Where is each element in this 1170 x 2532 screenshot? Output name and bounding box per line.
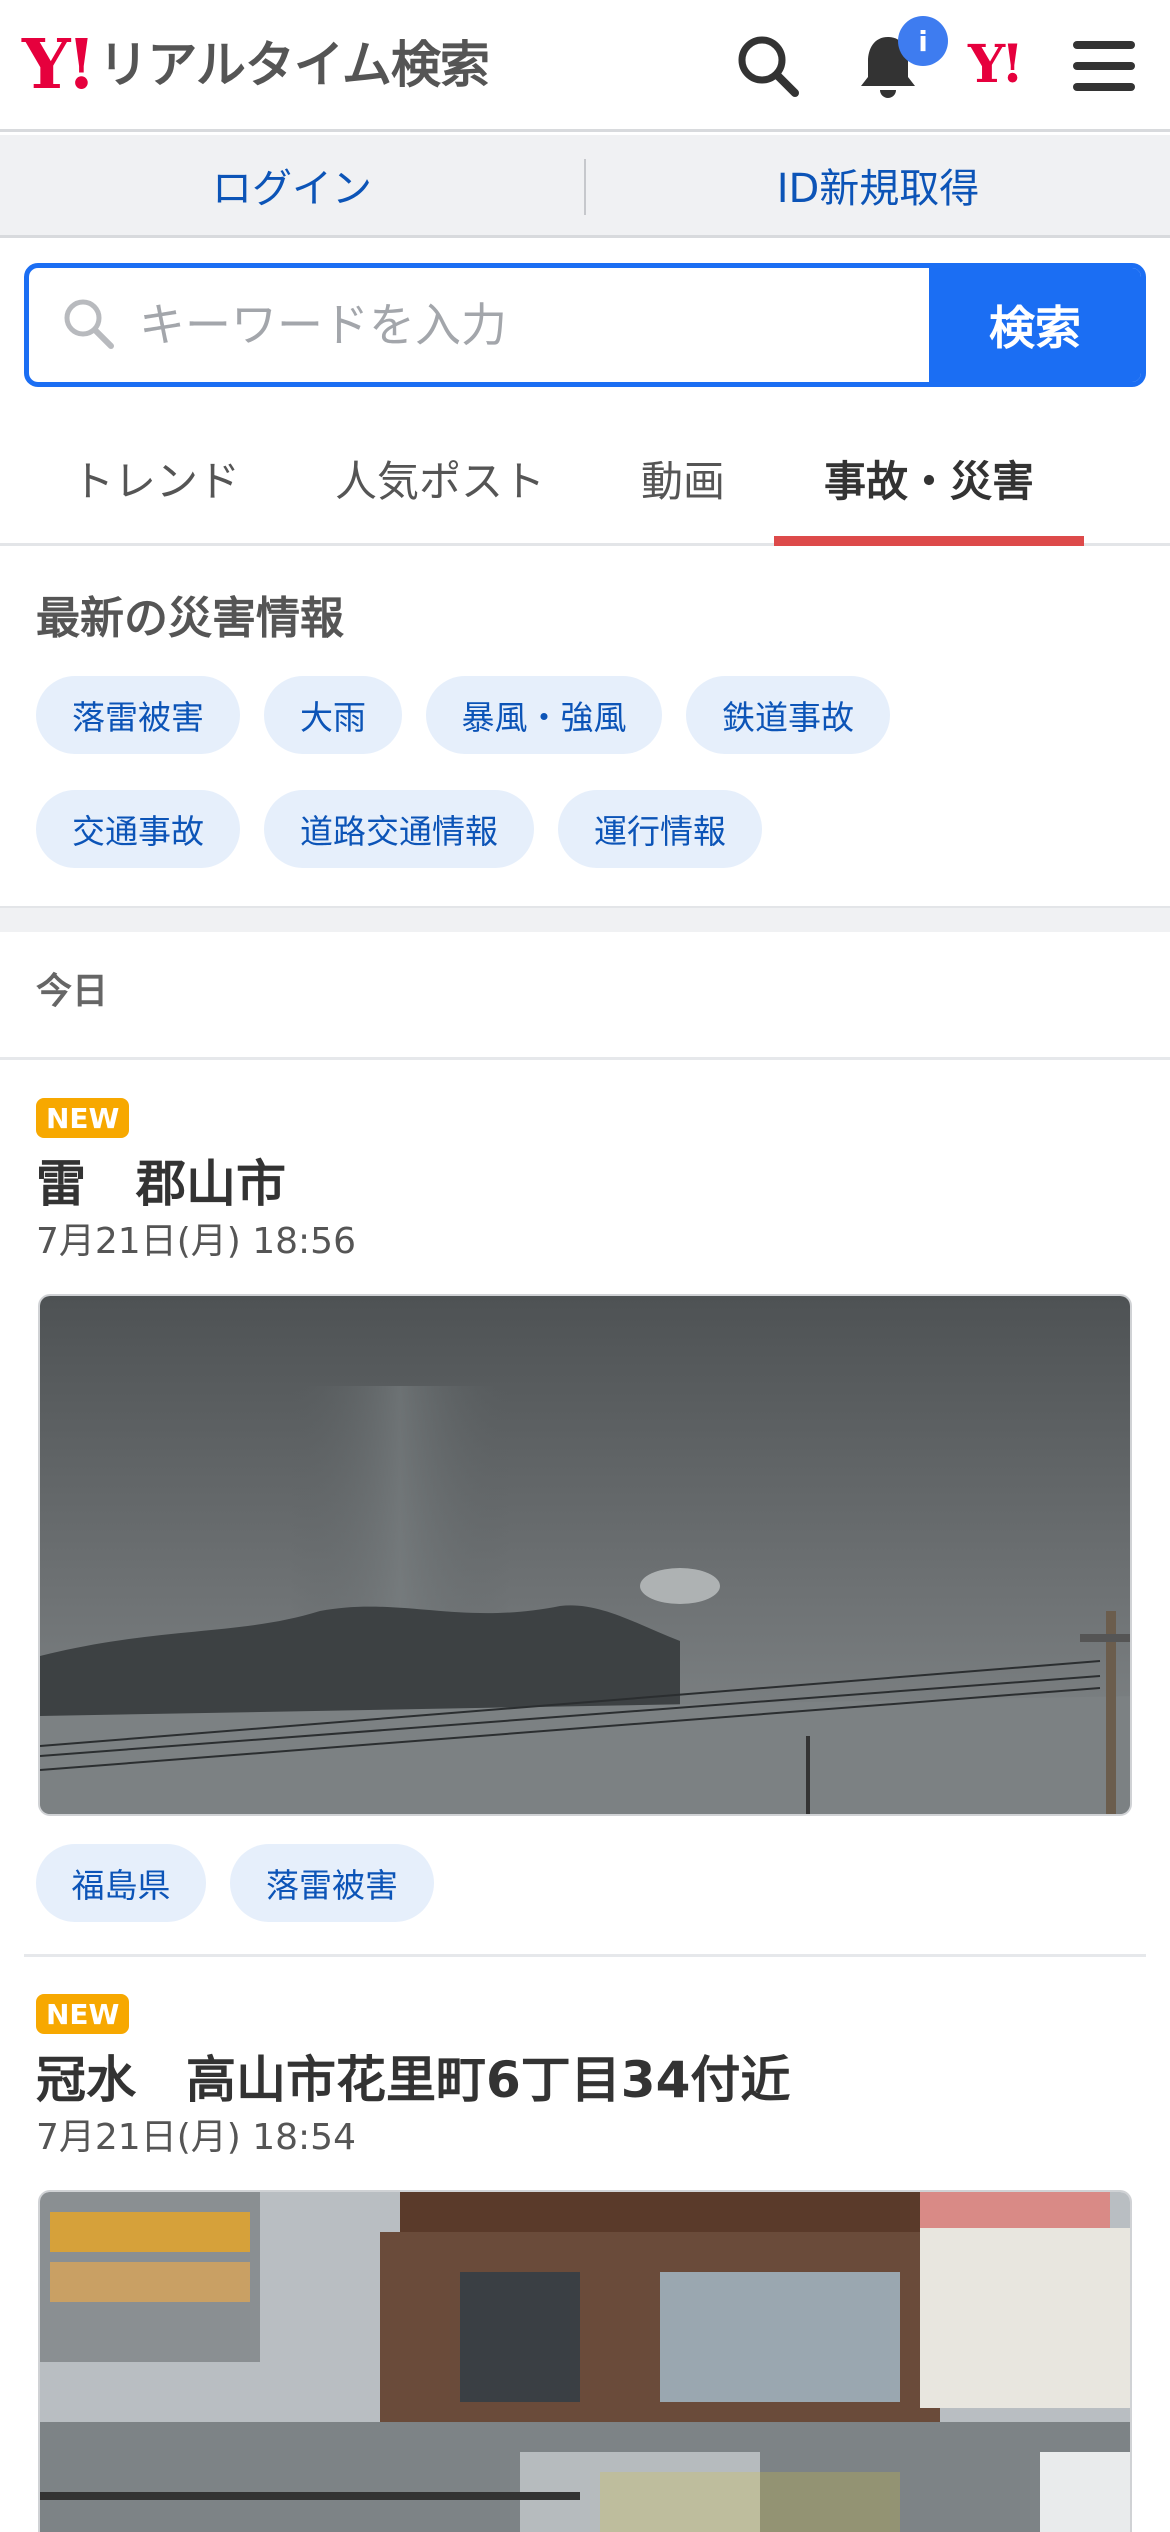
yahoo-realtime-logo[interactable]: Y! リアルタイム検索 xyxy=(22,25,490,105)
search-box: 検索 xyxy=(24,263,1146,387)
category-tabs: トレンド 人気ポスト 動画 事故・災害 xyxy=(0,410,1170,546)
search-button[interactable]: 検索 xyxy=(929,268,1141,382)
chip-lightning-damage[interactable]: 落雷被害 xyxy=(36,676,240,754)
search-input[interactable] xyxy=(139,298,859,352)
feed-divider xyxy=(0,1057,1170,1060)
tag-fukushima[interactable]: 福島県 xyxy=(36,1844,206,1922)
search-icon[interactable] xyxy=(726,24,810,108)
chip-heavy-rain[interactable]: 大雨 xyxy=(264,676,402,754)
search-input-wrapper xyxy=(29,268,929,382)
post-photo-thunderstorm[interactable] xyxy=(38,1294,1132,1816)
signup-link[interactable]: ID新規取得 xyxy=(586,135,1170,235)
menu-icon[interactable] xyxy=(1062,24,1146,108)
post-photo-flooded-street[interactable] xyxy=(38,2190,1132,2532)
search-field-icon xyxy=(61,296,115,354)
chip-traffic-accident[interactable]: 交通事故 xyxy=(36,790,240,868)
yahoo-logo-mark: Y! xyxy=(22,25,96,105)
chip-storm-strong-wind[interactable]: 暴風・強風 xyxy=(426,676,662,754)
account-bar: ログイン ID新規取得 xyxy=(0,135,1170,238)
disaster-section-title: 最新の災害情報 xyxy=(36,593,344,644)
tab-accident-disaster[interactable]: 事故・災害 xyxy=(774,410,1084,546)
tab-trend[interactable]: トレンド xyxy=(46,410,266,546)
tag-lightning-damage[interactable]: 落雷被害 xyxy=(230,1844,434,1922)
active-tab-indicator xyxy=(774,536,1084,546)
post-title[interactable]: 雷 郡山市 xyxy=(36,1144,286,1216)
new-badge: NEW xyxy=(36,1098,130,1138)
notification-badge: i xyxy=(898,16,948,66)
post-separator xyxy=(24,1954,1146,1957)
post-timestamp: 7月21日(月) 18:54 xyxy=(36,2117,356,2158)
tab-popular-posts[interactable]: 人気ポスト xyxy=(320,410,560,546)
post-timestamp: 7月21日(月) 18:56 xyxy=(36,1221,356,1262)
yahoo-home-icon[interactable]: Y! xyxy=(968,34,1024,95)
login-link[interactable]: ログイン xyxy=(0,135,584,235)
chip-service-info[interactable]: 運行情報 xyxy=(558,790,762,868)
date-header: 今日 xyxy=(36,971,109,1012)
chip-railway-accident[interactable]: 鉄道事故 xyxy=(686,676,890,754)
section-gap xyxy=(0,906,1170,932)
logo-text: リアルタイム検索 xyxy=(98,36,489,94)
tab-video[interactable]: 動画 xyxy=(618,410,748,546)
app-header: Y! リアルタイム検索 i Y! xyxy=(0,0,1170,132)
new-badge: NEW xyxy=(36,1994,130,2034)
chip-road-traffic-info[interactable]: 道路交通情報 xyxy=(264,790,534,868)
post-title[interactable]: 冠水 高山市花里町6丁目34付近 xyxy=(36,2040,790,2112)
